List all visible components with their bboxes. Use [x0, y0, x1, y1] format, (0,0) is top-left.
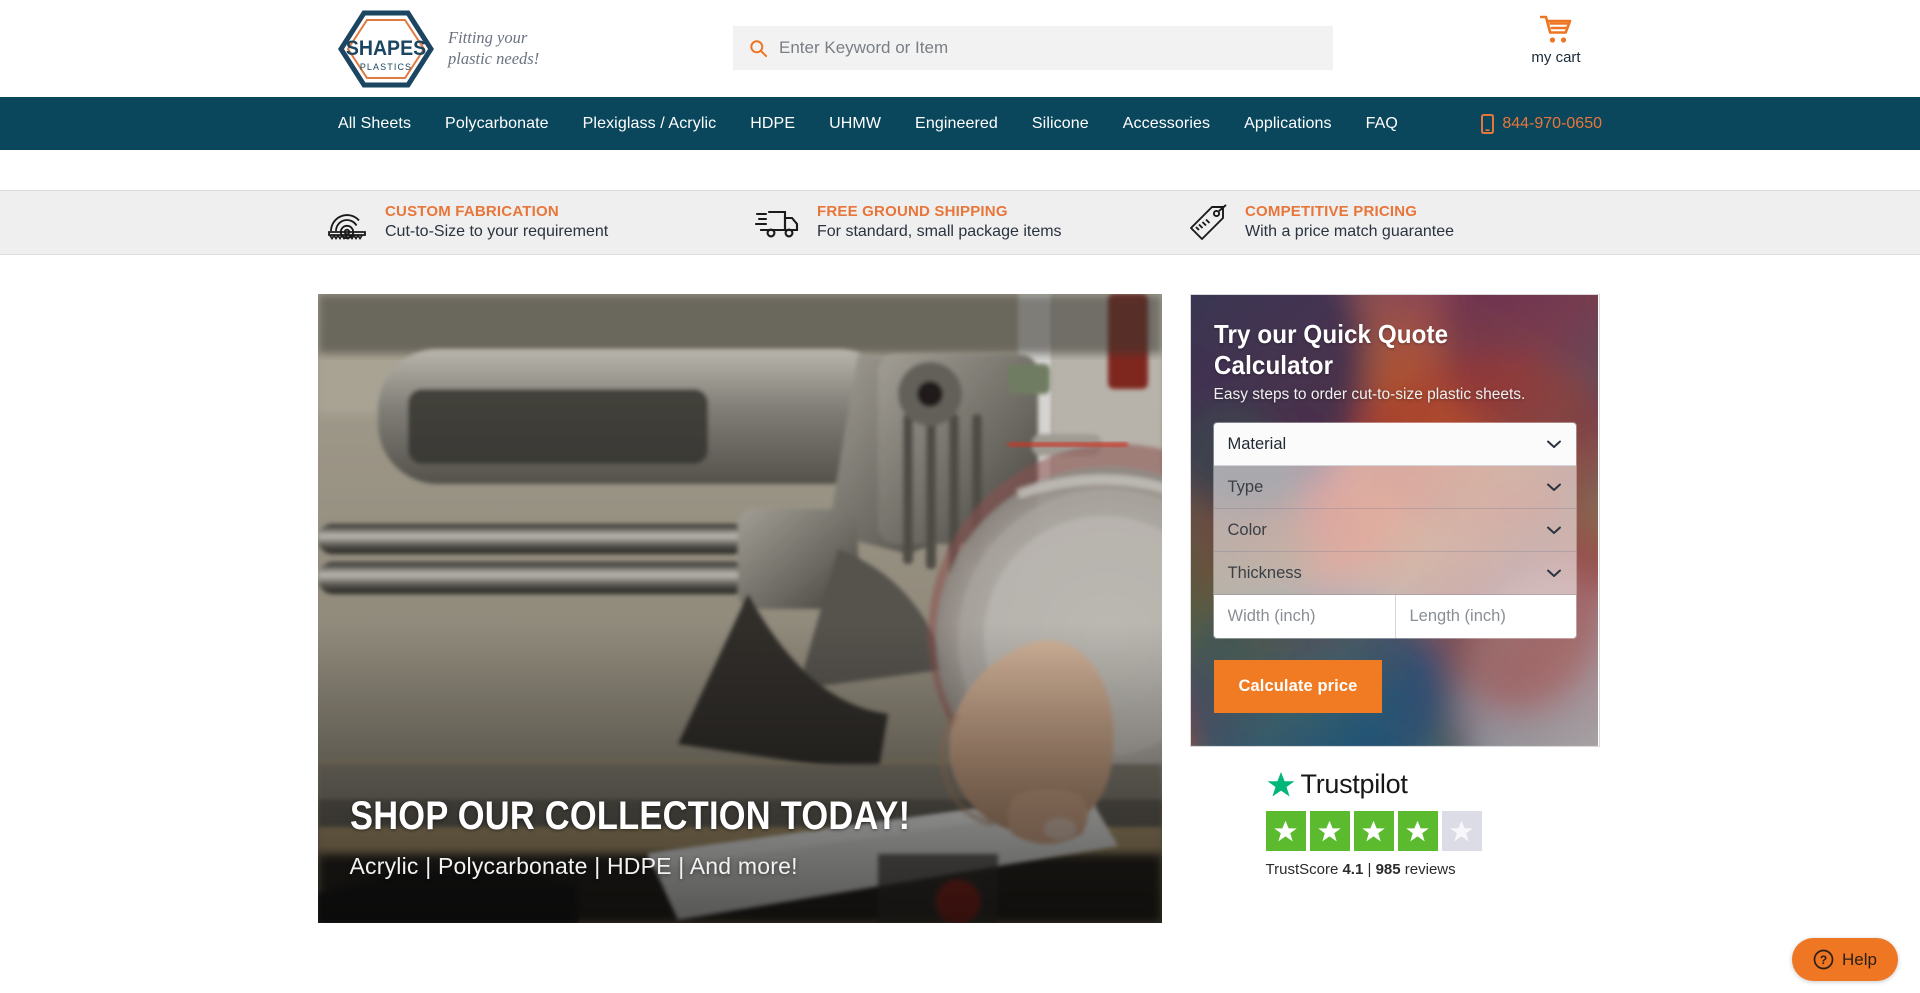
nav-items: All Sheets Polycarbonate Plexiglass / Ac… — [338, 97, 1415, 150]
star-2 — [1309, 811, 1350, 851]
svg-text:?: ? — [1820, 953, 1827, 967]
nav-item-silicone[interactable]: Silicone — [1015, 97, 1106, 150]
mobile-phone-icon — [1481, 113, 1495, 134]
shapes-plastics-logo-icon: SHAPES PLASTICS — [338, 10, 434, 88]
circular-saw-blade-icon — [328, 213, 366, 240]
search-bar[interactable] — [733, 26, 1333, 70]
trustpilot-score-line: TrustScore 4.1 | 985 reviews — [1266, 861, 1600, 878]
help-label: Help — [1842, 949, 1877, 969]
quick-quote-calculator: Try our Quick Quote Calculator Easy step… — [1189, 294, 1600, 747]
trustscore-separator: | — [1367, 861, 1372, 878]
site-logo[interactable]: SHAPES PLASTICS Fitting your plastic nee… — [338, 10, 539, 88]
chevron-down-icon — [1546, 440, 1561, 448]
type-select[interactable]: Type — [1213, 466, 1576, 509]
svg-text:PLASTICS: PLASTICS — [360, 62, 412, 72]
trustscore-label: TrustScore — [1265, 861, 1339, 878]
benefit-free-ground-shipping: FREE GROUND SHIPPING For standard, small… — [745, 202, 1175, 243]
benefit-competitive-pricing: COMPETITIVE PRICING With a price match g… — [1175, 202, 1605, 243]
chevron-down-icon — [1546, 569, 1561, 577]
logo-tagline: Fitting your plastic needs! — [448, 28, 540, 68]
hero-subtitle: Acrylic | Polycarbonate | HDPE | And mor… — [349, 853, 798, 879]
benefit-custom-fabrication: CUSTOM FABRICATION Cut-to-Size to your r… — [315, 201, 745, 245]
delivery-truck-icon — [755, 210, 799, 237]
nav-item-accessories[interactable]: Accessories — [1106, 97, 1227, 150]
trustpilot-widget[interactable]: Trustpilot TrustScore 4.1 | 985 reviews — [1190, 769, 1600, 878]
star-3 — [1353, 811, 1394, 851]
shopping-cart-icon — [1540, 15, 1572, 43]
benefit-subtitle: For standard, small package items — [817, 223, 1062, 241]
benefit-subtitle: Cut-to-Size to your requirement — [385, 223, 609, 241]
trustpilot-stars — [1265, 811, 1600, 851]
color-select-label: Color — [1227, 520, 1267, 539]
type-select-label: Type — [1227, 477, 1264, 496]
material-select[interactable]: Material — [1213, 423, 1576, 466]
thickness-select-label: Thickness — [1227, 563, 1302, 582]
benefit-subtitle: With a price match guarantee — [1245, 223, 1454, 241]
nav-item-uhmw[interactable]: UHMW — [812, 97, 898, 150]
material-select-label: Material — [1227, 434, 1287, 453]
nav-item-polycarbonate[interactable]: Polycarbonate — [428, 97, 566, 150]
star-4 — [1397, 811, 1438, 851]
search-icon — [750, 39, 768, 57]
length-input[interactable] — [1394, 595, 1576, 638]
benefit-title: CUSTOM FABRICATION — [385, 202, 559, 220]
cart-button[interactable]: my cart — [1516, 15, 1596, 66]
star-1 — [1265, 811, 1306, 851]
main-content: SHOP OUR COLLECTION TODAY! Acrylic | Pol… — [0, 255, 1920, 923]
benefits-bar: CUSTOM FABRICATION Cut-to-Size to your r… — [0, 190, 1920, 255]
trustpilot-star-icon — [1267, 771, 1294, 796]
color-select[interactable]: Color — [1213, 509, 1576, 552]
question-circle-icon: ? — [1813, 949, 1834, 970]
trustpilot-name: Trustpilot — [1300, 769, 1408, 799]
thickness-select[interactable]: Thickness — [1213, 552, 1576, 595]
content-row: SHOP OUR COLLECTION TODAY! Acrylic | Pol… — [317, 294, 1603, 923]
dimension-inputs — [1213, 595, 1576, 638]
calculator-fields: Material Type Color Thickness Width (inc… — [1213, 423, 1576, 638]
nav-item-faq[interactable]: FAQ — [1349, 97, 1415, 150]
hero-banner[interactable]: SHOP OUR COLLECTION TODAY! Acrylic | Pol… — [317, 294, 1162, 923]
search-input[interactable] — [779, 38, 1299, 58]
nav-item-plexiglass-acrylic[interactable]: Plexiglass / Acrylic — [566, 97, 734, 150]
price-tag-icon — [1190, 203, 1227, 240]
site-header: SHAPES PLASTICS Fitting your plastic nee… — [0, 0, 1920, 97]
trustpilot-brand: Trustpilot — [1266, 769, 1600, 800]
hero-text: SHOP OUR COLLECTION TODAY! Acrylic | Pol… — [350, 794, 1002, 880]
calculator-title: Try our Quick Quote Calculator — [1213, 319, 1448, 380]
right-column: Try our Quick Quote Calculator Easy step… — [1189, 294, 1600, 923]
nav-item-hdpe[interactable]: HDPE — [733, 97, 812, 150]
reviews-count: 985 — [1375, 861, 1401, 878]
calculator-body: Try our Quick Quote Calculator Easy step… — [1191, 295, 1599, 713]
benefits-spacer — [0, 150, 1920, 190]
reviews-label: reviews — [1404, 861, 1456, 878]
main-navigation: All Sheets Polycarbonate Plexiglass / Ac… — [0, 97, 1920, 150]
calculate-price-button[interactable]: Calculate price — [1213, 660, 1383, 713]
chevron-down-icon — [1546, 483, 1561, 491]
calculator-subtitle: Easy steps to order cut-to-size plastic … — [1213, 386, 1526, 403]
nav-item-engineered[interactable]: Engineered — [898, 97, 1015, 150]
svg-text:SHAPES: SHAPES — [346, 37, 426, 60]
width-input[interactable] — [1213, 595, 1395, 638]
chevron-down-icon — [1546, 526, 1561, 534]
phone-number: 844-970-0650 — [1502, 114, 1602, 132]
help-button[interactable]: ? Help — [1792, 938, 1898, 981]
nav-item-all-sheets[interactable]: All Sheets — [338, 97, 428, 150]
cart-label: my cart — [1531, 49, 1581, 66]
trustscore-value: 4.1 — [1342, 861, 1364, 878]
hero-title: SHOP OUR COLLECTION TODAY! — [349, 794, 910, 838]
benefit-title: FREE GROUND SHIPPING — [817, 202, 1008, 220]
phone-link[interactable]: 844-970-0650 — [1481, 97, 1602, 150]
benefit-title: COMPETITIVE PRICING — [1245, 202, 1418, 220]
star-5 — [1441, 811, 1482, 851]
nav-item-applications[interactable]: Applications — [1227, 97, 1348, 150]
